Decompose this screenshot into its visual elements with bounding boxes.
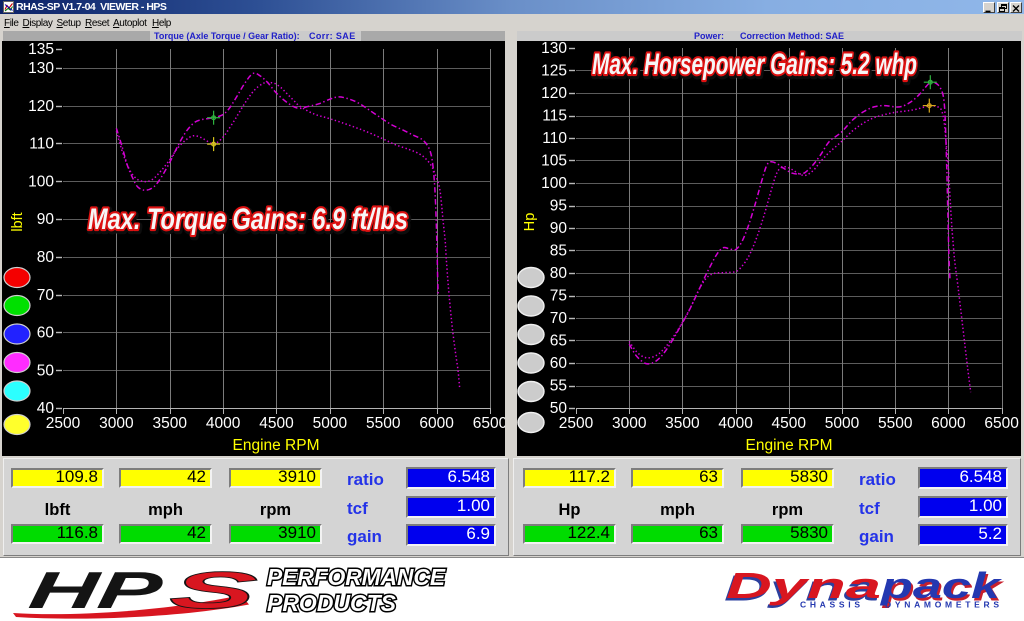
svg-text:125: 125	[541, 63, 567, 80]
svg-text:120: 120	[541, 85, 567, 102]
svg-text:lbft: lbft	[10, 212, 26, 231]
svg-text:3500: 3500	[665, 415, 700, 432]
svg-text:110: 110	[542, 130, 567, 147]
svg-text:6500: 6500	[473, 415, 505, 432]
svg-text:3000: 3000	[612, 415, 647, 432]
svg-text:2500: 2500	[46, 415, 81, 432]
svg-text:6000: 6000	[931, 415, 966, 432]
svg-text:5000: 5000	[825, 415, 860, 432]
svg-text:120: 120	[28, 98, 54, 115]
svg-text:PERFORMANCE: PERFORMANCE	[267, 564, 446, 590]
svg-text:40: 40	[37, 400, 55, 417]
svg-text:Hp: Hp	[522, 213, 538, 232]
svg-text:PRODUCTS: PRODUCTS	[267, 590, 396, 616]
svg-text:2500: 2500	[559, 415, 594, 432]
svg-text:4500: 4500	[772, 415, 807, 432]
svg-text:60: 60	[37, 325, 55, 342]
svg-text:Engine RPM: Engine RPM	[232, 437, 319, 454]
svg-text:Max. Horsepower Gains: 5.2 wh: Max. Horsepower Gains: 5.2 whp	[592, 48, 917, 81]
svg-text:65: 65	[550, 333, 567, 350]
svg-text:100: 100	[28, 173, 54, 190]
svg-text:50: 50	[37, 362, 55, 379]
svg-text:3000: 3000	[99, 415, 134, 432]
svg-text:70: 70	[550, 310, 568, 327]
svg-text:80: 80	[37, 249, 55, 266]
svg-text:6000: 6000	[419, 415, 454, 432]
svg-text:4500: 4500	[259, 415, 294, 432]
svg-text:100: 100	[541, 175, 567, 192]
svg-text:135: 135	[28, 41, 54, 58]
svg-text:5500: 5500	[366, 415, 401, 432]
svg-text:55: 55	[550, 378, 567, 395]
svg-text:85: 85	[550, 243, 567, 260]
svg-text:130: 130	[28, 60, 54, 77]
svg-text:HP: HP	[25, 562, 165, 620]
svg-text:115: 115	[542, 108, 567, 125]
svg-text:Engine RPM: Engine RPM	[745, 437, 832, 454]
svg-text:130: 130	[541, 41, 567, 57]
svg-text:90: 90	[550, 220, 568, 237]
svg-text:4000: 4000	[718, 415, 753, 432]
svg-text:80: 80	[550, 265, 568, 282]
svg-text:5000: 5000	[313, 415, 348, 432]
svg-text:Max. Torque Gains: 6.9 ft/lbs: Max. Torque Gains: 6.9 ft/lbs	[88, 203, 408, 236]
svg-text:105: 105	[541, 153, 567, 170]
svg-text:95: 95	[550, 198, 567, 215]
svg-text:6500: 6500	[984, 415, 1019, 432]
svg-text:S: S	[166, 562, 260, 620]
svg-text:110: 110	[29, 136, 54, 153]
svg-text:75: 75	[550, 288, 567, 305]
svg-text:3500: 3500	[153, 415, 188, 432]
svg-text:50: 50	[550, 400, 568, 417]
svg-text:60: 60	[550, 355, 568, 372]
svg-text:5500: 5500	[878, 415, 913, 432]
svg-text:70: 70	[37, 287, 55, 304]
svg-text:90: 90	[37, 211, 55, 228]
svg-text:4000: 4000	[206, 415, 241, 432]
